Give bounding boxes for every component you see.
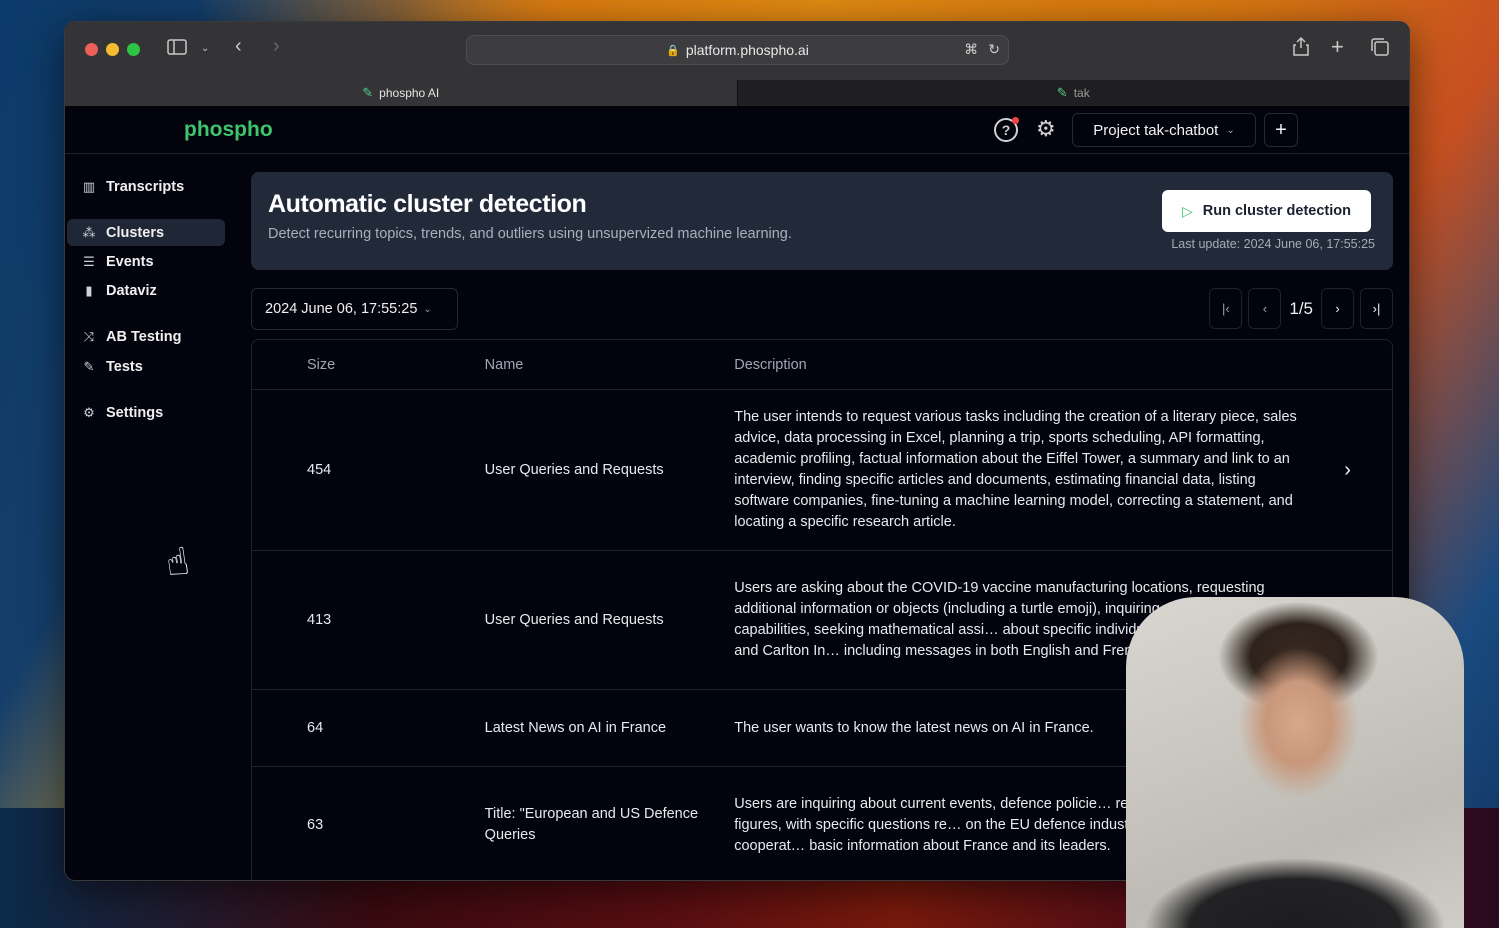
sidebar-item-label: Transcripts (106, 178, 185, 195)
pencil-favicon-icon: ✎ (1056, 85, 1068, 100)
sidebar-toggle-icon[interactable] (167, 39, 187, 60)
app-header: phospho ? ⚙ Project tak-chatbot ⌄ + (65, 106, 1409, 154)
chevron-down-icon: ⌄ (423, 303, 432, 315)
forward-icon[interactable]: › (273, 35, 280, 58)
chevron-right-icon: › (1335, 301, 1340, 316)
sidebar-item-ab-testing[interactable]: ⤨ AB Testing (67, 323, 225, 350)
column-header-size[interactable]: Size (252, 357, 485, 373)
cluster-detection-card: Automatic cluster detection Detect recur… (251, 172, 1393, 270)
chevron-down-icon[interactable]: ⌄ (201, 43, 209, 54)
table-row[interactable]: 454 User Queries and Requests The user i… (252, 390, 1392, 551)
cluster-name: Title: "European and US Defence Queries (484, 806, 699, 843)
sidebar-item-events[interactable]: ☰ Events (67, 248, 225, 275)
pencil-favicon-icon: ✎ (362, 85, 374, 100)
help-icon[interactable]: ? (994, 117, 1019, 142)
cluster-name: User Queries and Requests (484, 611, 664, 628)
sidebar-item-label: Settings (106, 404, 164, 421)
sidebar-item-label: Clusters (106, 224, 165, 241)
tab-overview-icon[interactable] (1370, 38, 1390, 61)
cluster-size: 64 (307, 720, 324, 736)
back-icon[interactable]: ‹ (235, 35, 242, 58)
run-button-label: Run cluster detection (1202, 203, 1352, 219)
help-glyph: ? (1001, 122, 1011, 138)
tab-label: tak (1073, 86, 1090, 100)
fullscreen-window-button[interactable] (127, 43, 140, 56)
page-title: Automatic cluster detection (268, 190, 587, 218)
cluster-run-selector[interactable]: 2024 June 06, 17:55:25 ⌄ (251, 288, 458, 330)
pagination: |‹ ‹ 1/5 › ›| (1209, 288, 1393, 329)
translate-icon[interactable]: ⌘ (964, 41, 978, 58)
sidebar-item-label: AB Testing (106, 328, 182, 345)
add-project-button[interactable]: + (1264, 113, 1298, 147)
sidebar-item-label: Events (106, 253, 154, 270)
first-page-icon: |‹ (1222, 301, 1230, 316)
page-subtitle: Detect recurring topics, trends, and out… (268, 226, 792, 242)
gear-icon: ⚙ (83, 404, 95, 420)
sidebar-item-label: Dataviz (106, 282, 157, 299)
project-label: Project tak-chatbot (1093, 121, 1219, 139)
sidebar-item-settings[interactable]: ⚙ Settings (67, 399, 225, 426)
selected-run-label: 2024 June 06, 17:55:25 (265, 301, 418, 317)
column-header-name[interactable]: Name (485, 357, 735, 373)
chart-icon: ▮ (85, 282, 93, 298)
new-tab-icon[interactable]: + (1331, 34, 1344, 60)
clusters-icon: ⁂ (82, 224, 96, 240)
webcam-overlay (1126, 597, 1464, 928)
column-header-description[interactable]: Description (734, 357, 1303, 373)
notification-dot (1012, 117, 1019, 124)
project-selector[interactable]: Project tak-chatbot ⌄ (1072, 113, 1256, 147)
close-window-button[interactable] (85, 43, 98, 56)
first-page-button[interactable]: |‹ (1209, 288, 1243, 329)
lock-icon: 🔒 (666, 44, 680, 57)
events-icon: ☰ (83, 253, 95, 269)
table-header: Size Name Description (252, 340, 1392, 390)
cluster-name: User Queries and Requests (484, 461, 664, 478)
minimize-window-button[interactable] (106, 43, 119, 56)
chevron-down-icon: ⌄ (1226, 124, 1235, 136)
window-controls (85, 43, 140, 56)
run-cluster-detection-button[interactable]: ▷ Run cluster detection (1162, 190, 1371, 232)
next-page-button[interactable]: › (1321, 288, 1354, 329)
browser-toolbar: ⌄ ‹ › 🔒 platform.phospho.ai ⌘ ↻ + (65, 22, 1409, 80)
url-text: platform.phospho.ai (685, 42, 809, 58)
last-update-text: Last update: 2024 June 06, 17:55:25 (1171, 237, 1375, 251)
prev-page-button[interactable]: ‹ (1248, 288, 1282, 329)
sidebar-item-label: Tests (106, 358, 143, 375)
page-indicator: 1/5 (1289, 298, 1313, 318)
sidebar-item-clusters[interactable]: ⁂ Clusters (67, 219, 225, 246)
cluster-size: 63 (307, 817, 324, 833)
cluster-size: 413 (307, 612, 332, 628)
browser-tab-phospho[interactable]: ✎ phospho AI (65, 80, 737, 106)
tab-label: phospho AI (379, 86, 440, 100)
browser-tab-tak[interactable]: ✎ tak (736, 80, 1409, 106)
share-icon[interactable] (1293, 36, 1309, 61)
sidebar-item-dataviz[interactable]: ▮ Dataviz (67, 277, 225, 304)
phospho-logo[interactable]: phospho (184, 118, 273, 142)
sidebar-item-tests[interactable]: ✎ Tests (67, 353, 225, 380)
address-bar[interactable]: 🔒 platform.phospho.ai ⌘ ↻ (466, 35, 1009, 65)
play-icon: ▷ (1181, 202, 1193, 219)
sidebar-item-transcripts[interactable]: ▥ Transcripts (67, 173, 225, 200)
last-page-icon: ›| (1372, 301, 1381, 316)
test-tube-icon: ✎ (83, 358, 95, 374)
chevron-right-icon[interactable]: › (1344, 459, 1351, 482)
reload-icon[interactable]: ↻ (988, 41, 1000, 58)
shuffle-icon: ⤨ (83, 328, 95, 344)
browser-tab-bar: ✎ phospho AI ✎ tak (65, 80, 1409, 106)
book-icon: ▥ (82, 178, 96, 194)
chevron-left-icon: ‹ (1262, 301, 1268, 316)
settings-gear-icon[interactable]: ⚙ (1036, 116, 1056, 142)
cluster-description: The user intends to request various task… (734, 409, 1297, 530)
cluster-name: Latest News on AI in France (484, 719, 667, 736)
last-page-button[interactable]: ›| (1360, 288, 1393, 329)
cluster-size: 454 (307, 462, 332, 478)
